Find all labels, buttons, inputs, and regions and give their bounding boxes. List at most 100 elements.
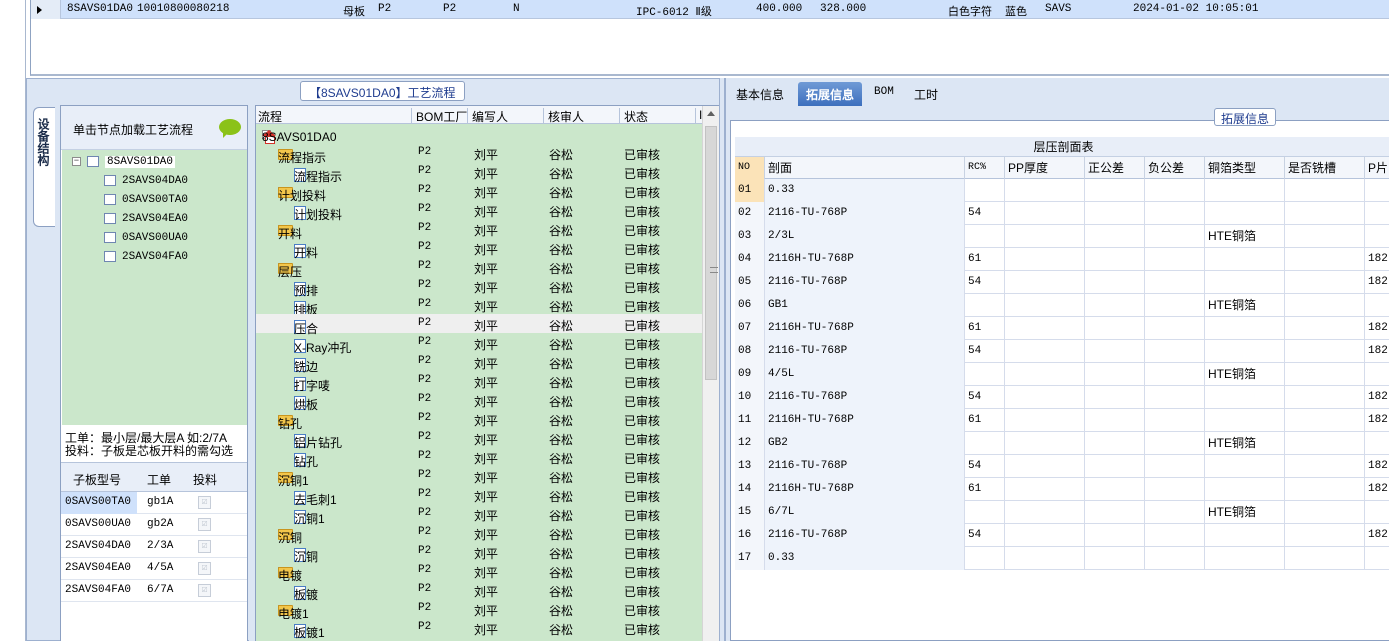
col-header-checker[interactable]: 核审人 <box>548 108 620 124</box>
sub-board-row[interactable]: 2SAVS04EA0 4/5A ☑ <box>61 558 247 580</box>
lam-cell[interactable]: 4/5L <box>765 363 965 386</box>
tree-node[interactable]: 2SAVS04FA0 <box>104 249 188 265</box>
lam-cell[interactable] <box>1085 409 1145 432</box>
lam-cell[interactable] <box>1085 501 1145 524</box>
lam-cell[interactable] <box>1085 455 1145 478</box>
flow-row[interactable]: −开料P2刘平谷松已审核 <box>256 219 702 241</box>
lam-cell[interactable] <box>965 547 1005 570</box>
lam-cell[interactable] <box>1145 225 1205 248</box>
lam-cell[interactable] <box>1005 432 1085 455</box>
tree-root[interactable]: − 8SAVS01DA0 <box>72 154 176 170</box>
checkbox-icon[interactable] <box>104 231 116 243</box>
flow-row[interactable]: −层压P2刘平谷松已审核 <box>256 257 702 279</box>
flow-row[interactable]: 钻孔 P2 刘平 谷松 已审核 <box>256 447 702 469</box>
col-header-flow[interactable]: 流程 <box>258 108 412 124</box>
tab-work-hours[interactable]: 工时 <box>906 82 946 106</box>
lam-cell[interactable] <box>1145 202 1205 225</box>
lam-cell[interactable] <box>1285 547 1365 570</box>
lam-cell[interactable] <box>965 294 1005 317</box>
lam-cell[interactable] <box>1285 409 1365 432</box>
sub-board-order[interactable]: 6/7A <box>147 584 173 596</box>
sub-board-row[interactable]: 0SAVS00UA0 gb2A ☑ <box>61 514 247 536</box>
lam-cell[interactable] <box>1145 547 1205 570</box>
lam-cell[interactable] <box>965 225 1005 248</box>
lam-cell[interactable] <box>1085 363 1145 386</box>
flow-row[interactable]: −电镀P2刘平谷松已审核 <box>256 561 702 583</box>
lam-cell[interactable] <box>1365 432 1389 455</box>
lam-cell[interactable]: 2116-TU-768P <box>765 340 965 363</box>
col-header-model[interactable]: 子板型号 <box>73 471 121 488</box>
lam-cell[interactable] <box>1285 340 1365 363</box>
lam-cell[interactable] <box>1365 501 1389 524</box>
lam-row[interactable]: 10 2116-TU-768P 54 182 <box>735 386 1389 409</box>
lam-cell[interactable]: HTE铜箔 <box>1205 432 1285 455</box>
sub-board-order[interactable]: 2/3A <box>147 540 173 552</box>
flow-row[interactable]: −计划投料P2刘平谷松已审核 <box>256 181 702 203</box>
lam-row-number[interactable]: 03 <box>735 225 765 248</box>
lam-cell[interactable] <box>1145 524 1205 547</box>
flow-row[interactable]: 去毛刺1 P2 刘平 谷松 已审核 <box>256 485 702 507</box>
flow-row[interactable]: 烘板 P2 刘平 谷松 已审核 <box>256 390 702 412</box>
tab-bom[interactable]: BOM <box>866 82 902 106</box>
lam-cell[interactable]: 61 <box>965 317 1005 340</box>
tree-node[interactable]: 2SAVS04DA0 <box>104 173 188 189</box>
checkbox-icon[interactable] <box>104 212 116 224</box>
lam-row[interactable]: 07 2116H-TU-768P 61 182 <box>735 317 1389 340</box>
scroll-up-icon[interactable] <box>707 111 715 116</box>
lam-row-number[interactable]: 05 <box>735 271 765 294</box>
lam-row[interactable]: 02 2116-TU-768P 54 <box>735 202 1389 225</box>
flow-row[interactable]: −沉铜1P2刘平谷松已审核 <box>256 466 702 488</box>
lam-cell[interactable] <box>1205 386 1285 409</box>
flow-row[interactable]: −钻孔P2刘平谷松已审核 <box>256 409 702 431</box>
col-header-order[interactable]: 工单 <box>147 471 171 488</box>
lam-cell[interactable]: HTE铜箔 <box>1205 501 1285 524</box>
lam-col-header[interactable]: 负公差 <box>1145 157 1205 179</box>
flow-row[interactable]: 板镀1 P2 刘平 谷松 已审核 <box>256 618 702 640</box>
checkbox-icon[interactable] <box>104 250 116 262</box>
tab-device-structure[interactable]: 设备结构 <box>33 107 55 227</box>
col-header-status[interactable]: 状态 <box>624 108 696 124</box>
lam-row[interactable]: 08 2116-TU-768P 54 182 <box>735 340 1389 363</box>
flow-row[interactable]: 铣边 P2 刘平 谷松 已审核 <box>256 352 702 374</box>
lam-row-number[interactable]: 09 <box>735 363 765 386</box>
lam-cell[interactable] <box>1205 340 1285 363</box>
feed-checkbox[interactable]: ☑ <box>198 518 211 531</box>
lam-row-number[interactable]: 14 <box>735 478 765 501</box>
lam-row[interactable]: 11 2116H-TU-768P 61 182 <box>735 409 1389 432</box>
lam-cell[interactable]: 0.33 <box>765 179 965 202</box>
lam-cell[interactable] <box>1365 363 1389 386</box>
scroll-thumb[interactable] <box>705 126 718 380</box>
lam-cell[interactable]: 182 <box>1365 248 1389 271</box>
lam-col-header[interactable]: 剖面 <box>765 157 965 179</box>
lam-cell[interactable] <box>1365 202 1389 225</box>
lam-row-number[interactable]: 01 <box>735 179 765 202</box>
lam-cell[interactable] <box>1205 478 1285 501</box>
lam-cell[interactable]: 182 <box>1365 478 1389 501</box>
lam-cell[interactable] <box>1085 225 1145 248</box>
lam-cell[interactable] <box>1005 294 1085 317</box>
lam-cell[interactable] <box>1005 202 1085 225</box>
lam-cell[interactable]: 54 <box>965 524 1005 547</box>
lam-cell[interactable] <box>1145 478 1205 501</box>
lam-row[interactable]: 15 6/7L HTE铜箔 <box>735 501 1389 524</box>
col-header-feed[interactable]: 投料 <box>193 471 217 488</box>
lam-row-number[interactable]: 12 <box>735 432 765 455</box>
sub-board-row[interactable]: 2SAVS04DA0 2/3A ☑ <box>61 536 247 558</box>
lam-cell[interactable]: 54 <box>965 271 1005 294</box>
lam-cell[interactable] <box>1285 202 1365 225</box>
lam-row[interactable]: 01 0.33 <box>735 179 1389 202</box>
lam-cell[interactable] <box>1145 340 1205 363</box>
lam-cell[interactable]: 0.33 <box>765 547 965 570</box>
lam-cell[interactable]: 2116-TU-768P <box>765 455 965 478</box>
lam-cell[interactable] <box>965 501 1005 524</box>
lam-cell[interactable] <box>1005 317 1085 340</box>
lam-cell[interactable] <box>1005 271 1085 294</box>
lam-cell[interactable] <box>1005 478 1085 501</box>
flow-row[interactable]: 压合 P2 刘平 谷松 已审核 <box>256 314 702 336</box>
col-header-bom[interactable]: BOM工厂 <box>416 108 468 124</box>
lam-cell[interactable] <box>1285 271 1365 294</box>
lam-cell[interactable]: 54 <box>965 202 1005 225</box>
lam-cell[interactable] <box>1085 547 1145 570</box>
lam-cell[interactable] <box>1085 386 1145 409</box>
lam-cell[interactable] <box>1005 248 1085 271</box>
